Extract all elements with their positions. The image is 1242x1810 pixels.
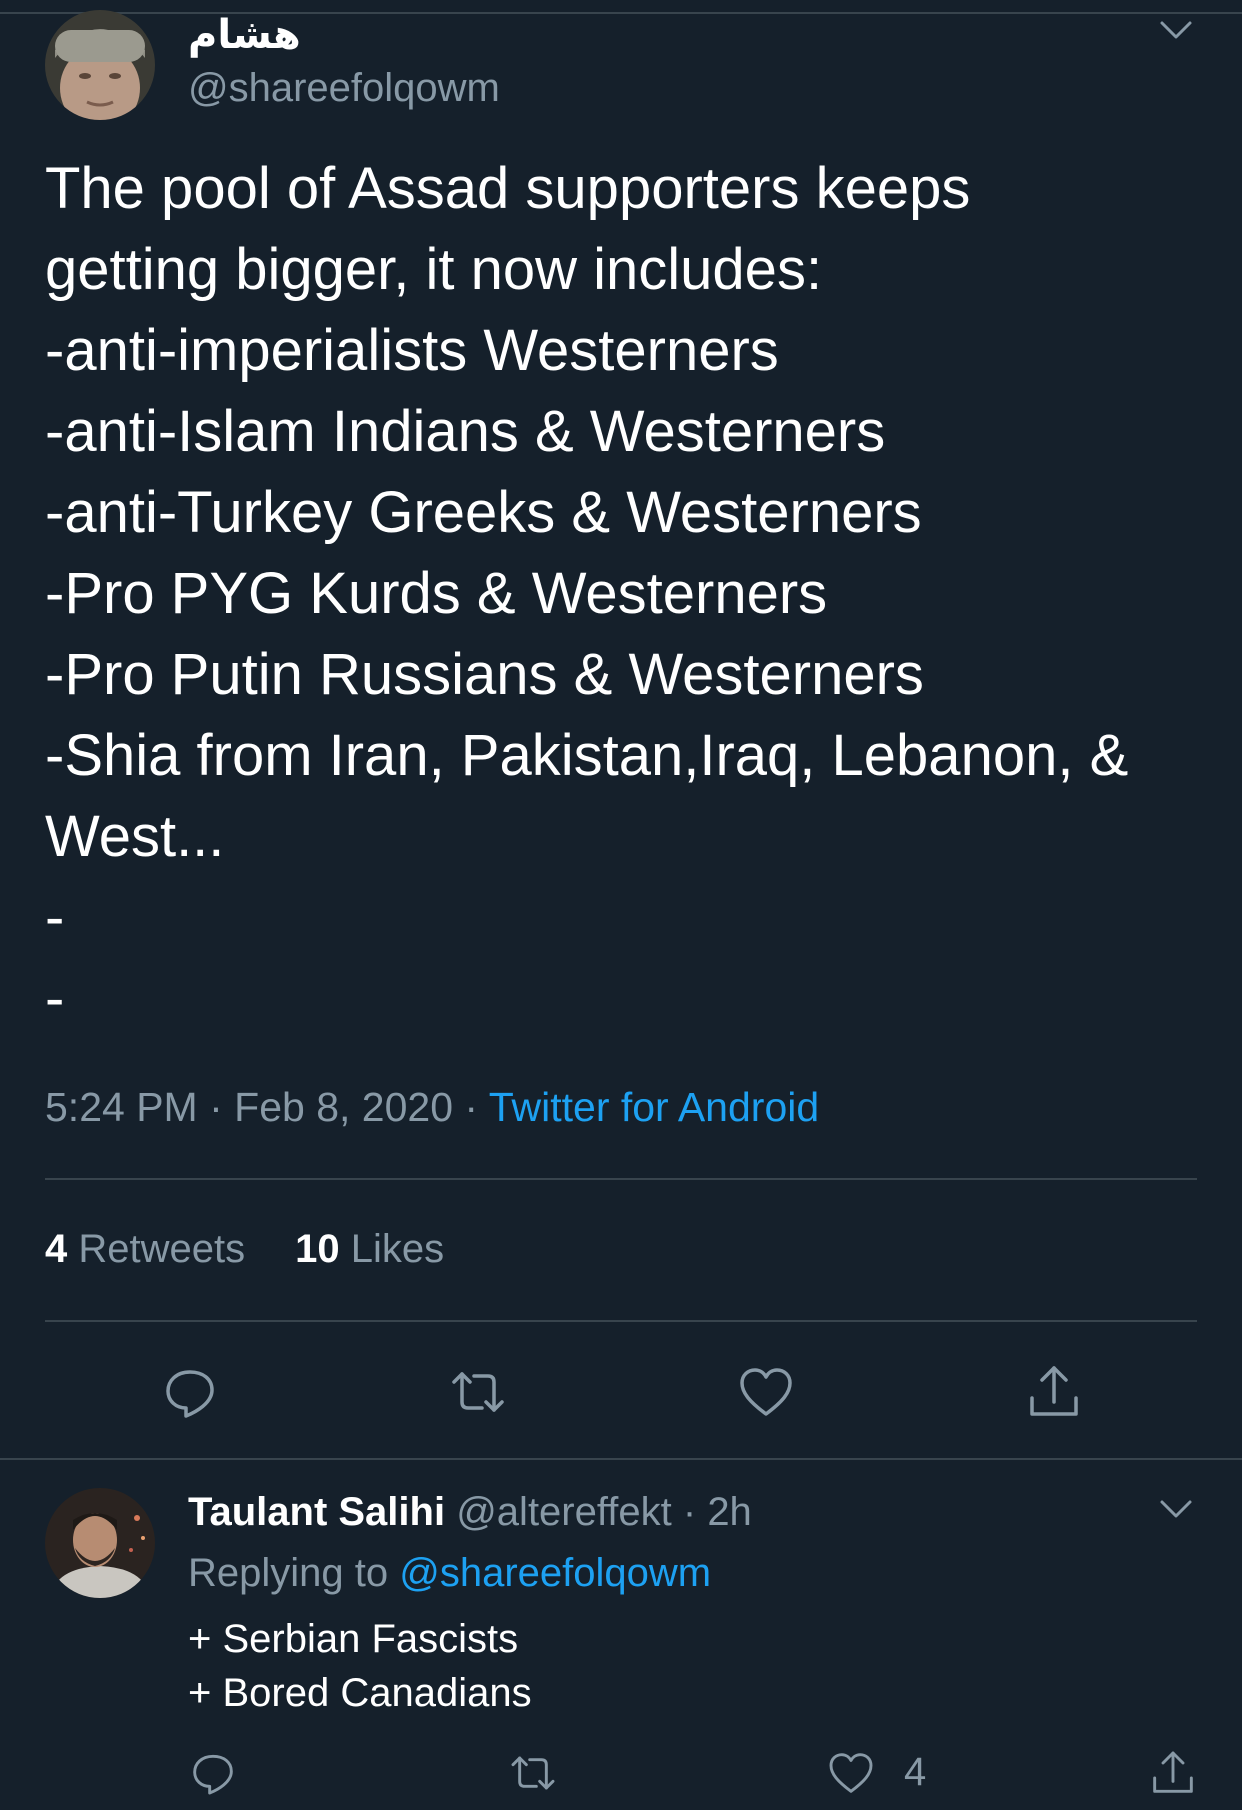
reply-author-avatar[interactable] bbox=[45, 1488, 155, 1598]
meta-separator: · bbox=[209, 1084, 223, 1130]
retweet-icon[interactable] bbox=[508, 1748, 558, 1798]
chevron-down-icon[interactable] bbox=[1158, 1497, 1194, 1521]
reply-header: Taulant Salihi @altereffekt · 2h bbox=[188, 1490, 752, 1535]
reply-text: + Serbian Fascists + Bored Canadians bbox=[188, 1617, 532, 1715]
reply-time: 2h bbox=[707, 1490, 752, 1534]
tweet-meta: 5:24 PM · Feb 8, 2020 · Twitter for Andr… bbox=[45, 1084, 819, 1131]
author-handle[interactable]: @shareefolqowm bbox=[188, 66, 500, 111]
tweet-text: The pool of Assad supporters keeps getti… bbox=[45, 156, 1129, 1031]
top-divider bbox=[0, 12, 1242, 14]
tweet-time: 5:24 PM bbox=[45, 1084, 198, 1130]
replying-handle-link[interactable]: @shareefolqowm bbox=[399, 1551, 711, 1595]
author-avatar[interactable] bbox=[45, 10, 155, 120]
likes-label: Likes bbox=[350, 1227, 445, 1271]
heart-icon[interactable] bbox=[736, 1362, 796, 1422]
reply-icon[interactable] bbox=[160, 1362, 220, 1422]
replying-label: Replying to bbox=[188, 1551, 389, 1595]
divider bbox=[0, 1458, 1242, 1460]
likes-stat[interactable]: 10 Likes bbox=[295, 1227, 444, 1271]
reply-separator: · bbox=[682, 1490, 697, 1534]
tweet-stats: 4 Retweets 10 Likes bbox=[45, 1227, 444, 1272]
meta-separator: · bbox=[464, 1084, 479, 1130]
tweet-date: Feb 8, 2020 bbox=[234, 1084, 454, 1130]
share-icon[interactable] bbox=[1024, 1362, 1084, 1422]
reply-author-name[interactable]: Taulant Salihi bbox=[188, 1490, 445, 1534]
retweets-count: 4 bbox=[45, 1227, 68, 1271]
reply-author-handle[interactable]: @altereffekt bbox=[456, 1490, 672, 1534]
likes-count: 10 bbox=[295, 1227, 340, 1271]
share-icon[interactable] bbox=[1148, 1748, 1198, 1798]
chevron-down-icon[interactable] bbox=[1158, 18, 1194, 42]
retweets-label: Retweets bbox=[78, 1227, 246, 1271]
reply-like-count: 4 bbox=[904, 1750, 927, 1794]
reply-icon[interactable] bbox=[188, 1748, 238, 1798]
retweets-stat[interactable]: 4 Retweets bbox=[45, 1227, 245, 1271]
replying-to: Replying to @shareefolqowm bbox=[188, 1551, 711, 1596]
tweet-source-link[interactable]: Twitter for Android bbox=[489, 1084, 819, 1130]
author-name[interactable]: هشام bbox=[188, 12, 301, 58]
heart-icon[interactable] bbox=[826, 1748, 876, 1798]
divider bbox=[45, 1320, 1197, 1322]
retweet-icon[interactable] bbox=[448, 1362, 508, 1422]
divider bbox=[45, 1178, 1197, 1180]
